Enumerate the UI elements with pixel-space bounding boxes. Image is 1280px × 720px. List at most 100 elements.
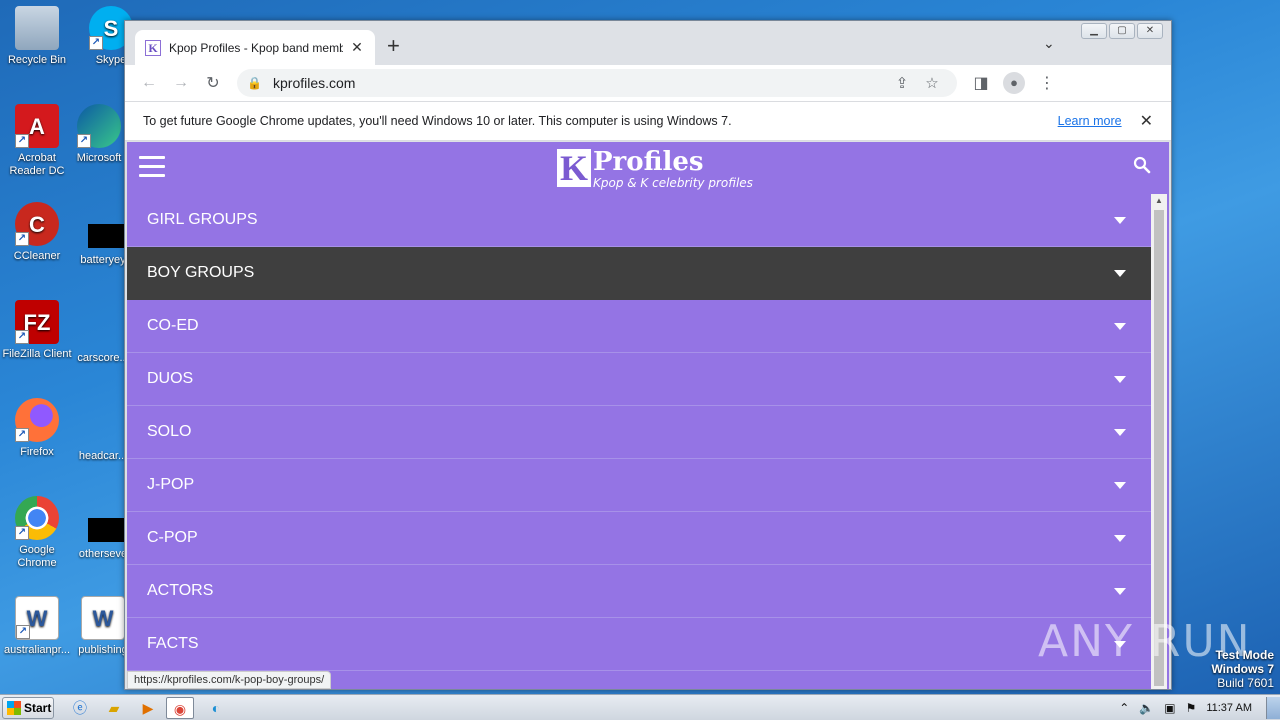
bookmark-star-icon[interactable]: ☆ [917,74,947,92]
network-icon[interactable]: ▣ [1164,701,1175,715]
menu-item-label: GIRL GROUPS [147,211,258,228]
ccleaner-icon: C ↗ [15,202,59,246]
edge-taskbar-icon[interactable]: ◐ [202,697,230,719]
media-player-icon[interactable]: ▶ [134,697,162,719]
desktop-icon-label: Firefox [20,446,54,458]
internet-explorer-icon[interactable]: ⓔ [66,697,94,719]
update-infobar: To get future Google Chrome updates, you… [125,101,1171,141]
new-tab-button[interactable]: + [387,35,400,57]
word-document-icon: W [81,596,125,640]
logo-tagline: Kpop & K celebrity profiles [593,176,753,190]
back-arrow-icon[interactable]: ← [133,74,165,92]
lock-icon[interactable]: 🔒 [247,76,265,90]
url-text[interactable]: kprofiles.com [273,75,355,91]
test-mode-line2: Windows 7 [1211,662,1274,676]
web-page: K Profiles Kpop & K celebrity profiles G… [127,142,1169,689]
menu-item-j-pop[interactable]: J-POP [127,459,1151,512]
desktop-icon-label: Recycle Bin [7,54,67,66]
page-scrollbar[interactable]: ▲ [1151,194,1167,689]
learn-more-link[interactable]: Learn more [1058,114,1122,128]
acrobat-icon: A ↗ [15,104,59,148]
window-controls: ▁ ▢ ✕ [1081,23,1163,39]
reload-icon[interactable]: ↻ [197,73,229,93]
desktop-icon-filezilla[interactable]: FZ ↗ FileZilla Client [0,300,74,361]
caret-down-icon[interactable] [1114,322,1126,330]
more-menu-icon[interactable]: ⋮ [1031,73,1063,93]
menu-item-actors[interactable]: ACTORS [127,565,1151,618]
firefox-icon: ↗ [15,398,59,442]
caret-down-icon[interactable] [1114,428,1126,436]
chrome-taskbar-icon[interactable]: ◉ [166,697,194,719]
desktop-icon-recycle-bin[interactable]: Recycle Bin [0,6,74,67]
test-mode-notice: Test Mode Windows 7 Build 7601 [1211,648,1274,690]
toolbar-right: ◨ ● ⋮ [965,72,1063,94]
file-thumbnail [88,518,124,542]
caret-down-icon[interactable] [1114,587,1126,595]
logo-wordmark: Profiles [593,147,704,177]
taskbar: Start ⓔ ▰ ▶ ◉ ◐ ⌃ 🔈 ▣ ⚑ 11:37 AM [0,694,1280,720]
side-panel-icon[interactable]: ◨ [965,73,997,93]
infobar-close-icon[interactable]: ✕ [1140,111,1153,131]
show-desktop-button[interactable] [1266,697,1280,719]
word-document-icon: W ↗ [15,596,59,640]
caret-down-icon[interactable] [1114,216,1126,224]
windows-logo-icon [7,701,21,715]
tab-strip: K Kpop Profiles - Kpop band member p ✕ +… [125,21,1171,65]
desktop-icon-label: Google Chrome [17,544,57,569]
search-icon[interactable] [1133,156,1153,176]
tab-search-chevron-icon[interactable]: ⌄ [1043,35,1055,52]
menu-item-label: J-POP [147,476,195,493]
scroll-up-arrow-icon[interactable]: ▲ [1151,194,1167,208]
action-center-flag-icon[interactable]: ⚑ [1186,701,1197,715]
start-button[interactable]: Start [2,697,54,719]
desktop-icon-ccleaner[interactable]: C ↗ CCleaner [0,202,74,263]
menu-item-label: C-POP [147,529,198,546]
maximize-button[interactable]: ▢ [1109,23,1135,39]
volume-icon[interactable]: 🔈 [1139,701,1154,715]
link-status-bubble: https://kprofiles.com/k-pop-boy-groups/ [127,671,332,689]
profile-avatar-icon[interactable]: ● [1003,72,1025,94]
share-icon[interactable]: ⇪ [887,74,917,92]
caret-down-icon[interactable] [1114,534,1126,542]
scrollbar-thumb[interactable] [1154,210,1164,686]
menu-item-facts[interactable]: FACTS [127,618,1151,671]
clock[interactable]: 11:37 AM [1206,702,1252,714]
tab-close-icon[interactable]: ✕ [349,39,365,56]
desktop-icon-firefox[interactable]: ↗ Firefox [0,398,74,459]
close-window-button[interactable]: ✕ [1137,23,1163,39]
menu-item-duos[interactable]: DUOS [127,353,1151,406]
caret-down-icon[interactable] [1114,481,1126,489]
menu-item-girl-groups[interactable]: GIRL GROUPS [127,194,1151,247]
tray-expand-icon[interactable]: ⌃ [1119,701,1129,715]
browser-tab[interactable]: K Kpop Profiles - Kpop band member p ✕ [135,30,375,65]
browser-toolbar: ← → ↻ 🔒 kprofiles.com ⇪ ☆ ◨ ● ⋮ [125,65,1171,101]
menu-item-boy-groups[interactable]: BOY GROUPS [127,247,1151,300]
edge-icon: ↗ [77,104,121,148]
desktop-icon-label: CCleaner [13,250,61,262]
test-mode-line3: Build 7601 [1217,676,1274,690]
file-thumbnail [88,224,124,248]
menu-item-label: SOLO [147,423,192,440]
caret-down-icon[interactable] [1114,269,1126,277]
menu-item-c-pop[interactable]: C-POP [127,512,1151,565]
test-mode-line1: Test Mode [1215,648,1274,662]
recycle-bin-icon [15,6,59,50]
menu-item-label: CO-ED [147,317,199,334]
category-menu: GIRL GROUPS BOY GROUPS CO-ED DUOS SOLO J… [127,194,1151,671]
desktop-icon-chrome[interactable]: ↗ Google Chrome [0,496,74,570]
desktop-icon-australianpr[interactable]: W ↗ australianpr... [0,596,74,657]
site-header: K Profiles Kpop & K celebrity profiles [127,142,1169,194]
forward-arrow-icon[interactable]: → [165,74,197,92]
file-explorer-icon[interactable]: ▰ [100,697,128,719]
address-bar[interactable]: 🔒 kprofiles.com ⇪ ☆ [237,69,957,97]
menu-item-label: BOY GROUPS [147,264,255,281]
start-label: Start [24,701,52,715]
minimize-button[interactable]: ▁ [1081,23,1107,39]
hamburger-menu-icon[interactable] [139,156,165,183]
menu-item-label: DUOS [147,370,194,387]
caret-down-icon[interactable] [1114,375,1126,383]
infobar-message: To get future Google Chrome updates, you… [143,114,732,128]
menu-item-co-ed[interactable]: CO-ED [127,300,1151,353]
browser-window: K Kpop Profiles - Kpop band member p ✕ +… [124,20,1172,690]
menu-item-solo[interactable]: SOLO [127,406,1151,459]
